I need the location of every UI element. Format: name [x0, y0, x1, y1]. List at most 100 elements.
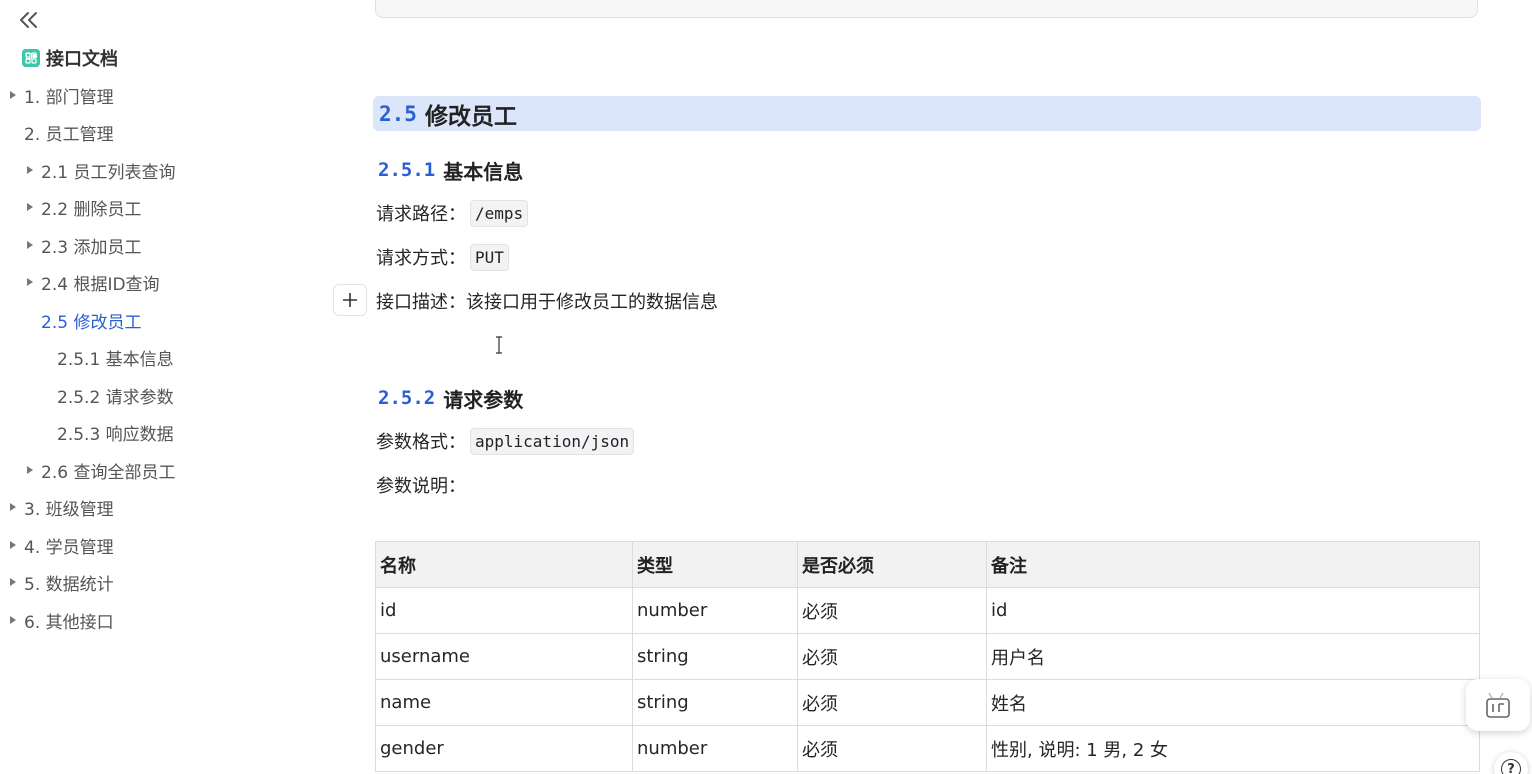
- table-cell[interactable]: username: [375, 633, 633, 680]
- request-path-line: 请求路径： /emps: [376, 198, 529, 228]
- table-cell[interactable]: name: [375, 679, 633, 726]
- sidebar: 接口文档 1. 部门管理 2. 员工管理 2.1 员工列表查询 2.2 删除员工…: [0, 0, 330, 774]
- request-path-value: /emps: [470, 199, 529, 227]
- table-header-row: 名称 类型 是否必须 备注: [375, 541, 1480, 588]
- table-cell[interactable]: gender: [375, 725, 633, 772]
- table-cell[interactable]: string: [632, 633, 798, 680]
- toc-label: 2.3 添加员工: [41, 237, 142, 258]
- subsection-title: 基本信息: [443, 159, 524, 184]
- toc-item-stats[interactable]: 5. 数据统计: [6, 569, 114, 595]
- column-header-required[interactable]: 是否必须: [797, 541, 987, 588]
- caret-right-icon: [6, 538, 20, 552]
- toc-label: 2.1 员工列表查询: [41, 162, 176, 183]
- toc-item-emp-list[interactable]: 2.1 员工列表查询: [23, 157, 175, 183]
- toc-label: 2. 员工管理: [24, 124, 114, 145]
- doc-grid-icon: [22, 49, 40, 67]
- table-cell[interactable]: 用户名: [986, 633, 1480, 680]
- doc-title-text: 接口文档: [46, 49, 118, 70]
- doc-content: 2.5 修改员工 2.5.1 基本信息 请求路径： /emps 请求方式： PU…: [330, 0, 1532, 774]
- toc-label: 2.5.1 基本信息: [57, 349, 174, 370]
- collapse-sidebar-icon[interactable]: [18, 8, 40, 32]
- subsection-heading-params: 2.5.2 请求参数: [378, 383, 523, 413]
- param-table: 名称 类型 是否必须 备注 id number 必须 id username s…: [375, 541, 1480, 772]
- interface-desc-line[interactable]: 接口描述：该接口用于修改员工的数据信息: [376, 286, 718, 316]
- toc-item-emp[interactable]: 2. 员工管理: [6, 119, 114, 145]
- table-cell[interactable]: 必须: [797, 725, 987, 772]
- caret-right-icon: [23, 275, 37, 289]
- column-header-name[interactable]: 名称: [375, 541, 633, 588]
- table-row: username string 必须 用户名: [375, 633, 1480, 680]
- toc-label: 6. 其他接口: [24, 612, 114, 633]
- caret-right-icon: [23, 200, 37, 214]
- toc-label: 2.5.2 请求参数: [57, 387, 174, 408]
- toc-item-emp-delete[interactable]: 2.2 删除员工: [23, 194, 141, 220]
- column-header-note[interactable]: 备注: [986, 541, 1480, 588]
- subsection-number: 2.5.2: [378, 387, 436, 409]
- caret-right-icon: [23, 463, 37, 477]
- param-desc-label: 参数说明：: [376, 476, 466, 497]
- text-cursor-icon: [494, 336, 504, 354]
- subsection-number: 2.5.1: [378, 159, 436, 181]
- param-desc-line: 参数说明：: [376, 470, 466, 500]
- toc-item-emp-by-id[interactable]: 2.4 根据ID查询: [23, 269, 160, 295]
- toc-item-student[interactable]: 4. 学员管理: [6, 532, 114, 558]
- code-block[interactable]: [375, 0, 1478, 18]
- add-block-button[interactable]: [333, 284, 367, 316]
- table-cell[interactable]: 必须: [797, 633, 987, 680]
- toc-label: 2.2 删除员工: [41, 199, 142, 220]
- request-method-value: PUT: [470, 243, 509, 271]
- floating-reader-widget[interactable]: [1466, 679, 1530, 731]
- toc-item-response-data[interactable]: 2.5.3 响应数据: [57, 419, 174, 445]
- toc-label: 2.5 修改员工: [41, 312, 142, 333]
- column-header-type[interactable]: 类型: [632, 541, 798, 588]
- toc-item-request-params[interactable]: 2.5.2 请求参数: [57, 382, 174, 408]
- table-cell[interactable]: 性别, 说明: 1 男, 2 女: [986, 725, 1480, 772]
- table-row: gender number 必须 性别, 说明: 1 男, 2 女: [375, 725, 1480, 772]
- caret-right-icon: [6, 500, 20, 514]
- subsection-heading-basic: 2.5.1 基本信息: [378, 155, 523, 185]
- toc-item-other[interactable]: 6. 其他接口: [6, 607, 114, 633]
- table-cell[interactable]: number: [632, 725, 798, 772]
- caret-right-icon: [6, 575, 20, 589]
- caret-right-icon: [6, 613, 20, 627]
- toc-label: 2.4 根据ID查询: [41, 274, 160, 295]
- request-method-line: 请求方式： PUT: [376, 242, 509, 272]
- toc-item-emp-all[interactable]: 2.6 查询全部员工: [23, 457, 175, 483]
- table-cell[interactable]: id: [986, 587, 1480, 634]
- toc-item-emp-add[interactable]: 2.3 添加员工: [23, 232, 141, 258]
- table-cell[interactable]: id: [375, 587, 633, 634]
- caret-right-icon: [23, 238, 37, 252]
- toc-label: 2.5.3 响应数据: [57, 424, 174, 445]
- table-cell[interactable]: number: [632, 587, 798, 634]
- table-cell[interactable]: string: [632, 679, 798, 726]
- request-path-label: 请求路径：: [376, 204, 466, 225]
- toc-label: 5. 数据统计: [24, 574, 114, 595]
- param-format-label: 参数格式：: [376, 432, 466, 453]
- help-icon: ?: [1501, 759, 1521, 774]
- caret-right-icon: [6, 88, 20, 102]
- toc-label: 1. 部门管理: [24, 87, 114, 108]
- table-cell[interactable]: 必须: [797, 679, 987, 726]
- param-format-value: application/json: [470, 427, 635, 455]
- section-title: 修改员工: [424, 103, 517, 130]
- toc-item-dept[interactable]: 1. 部门管理: [6, 82, 114, 108]
- param-format-line: 参数格式： application/json: [376, 426, 635, 456]
- toc-label: 3. 班级管理: [24, 499, 114, 520]
- reader-icon: [1486, 692, 1510, 718]
- table-cell[interactable]: 必须: [797, 587, 987, 634]
- doc-title[interactable]: 接口文档: [22, 46, 118, 70]
- plus-icon: [343, 293, 357, 307]
- toc-item-emp-update[interactable]: 2.5 修改员工: [23, 307, 141, 333]
- section-heading: 2.5 修改员工: [373, 96, 1481, 131]
- toc-label: 2.6 查询全部员工: [41, 462, 176, 483]
- request-method-label: 请求方式：: [376, 248, 466, 269]
- section-number: 2.5: [379, 101, 417, 126]
- toc-item-basic-info[interactable]: 2.5.1 基本信息: [57, 344, 174, 370]
- interface-desc: 接口描述：该接口用于修改员工的数据信息: [376, 292, 718, 313]
- toc-label: 4. 学员管理: [24, 537, 114, 558]
- caret-right-icon: [23, 163, 37, 177]
- table-row: id number 必须 id: [375, 587, 1480, 634]
- subsection-title: 请求参数: [443, 387, 524, 412]
- table-cell[interactable]: 姓名: [986, 679, 1480, 726]
- toc-item-class[interactable]: 3. 班级管理: [6, 494, 114, 520]
